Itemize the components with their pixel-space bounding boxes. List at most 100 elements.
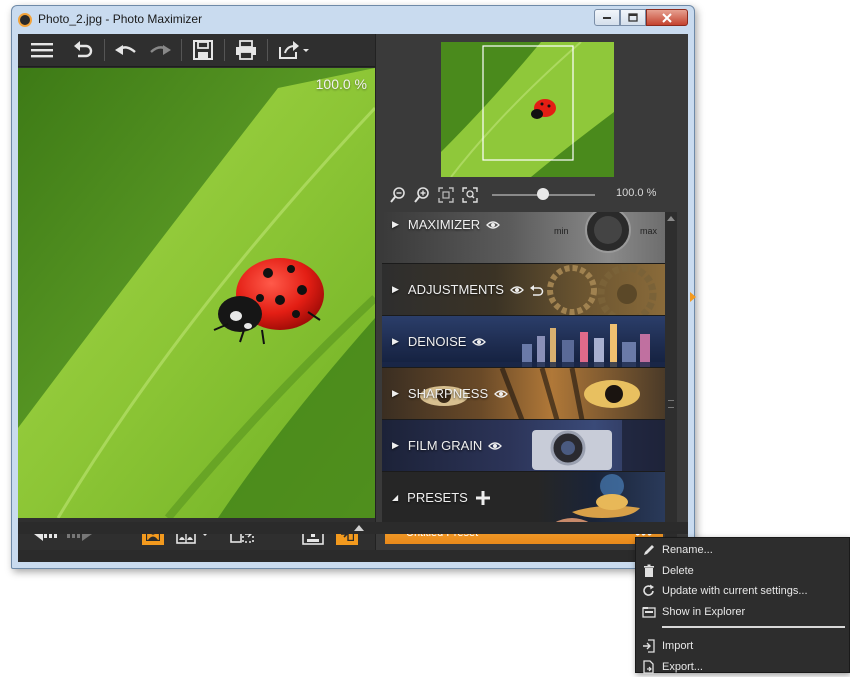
- app-logo-icon: [18, 13, 32, 27]
- section-header: ▶ FILM GRAIN: [392, 438, 502, 453]
- section-header: ▶ SHARPNESS: [392, 386, 508, 401]
- add-preset-icon[interactable]: [476, 491, 490, 505]
- minimize-icon: [602, 16, 612, 20]
- scroll-grip-icon[interactable]: [668, 400, 674, 408]
- refresh-icon: [642, 584, 656, 598]
- menu-item-rename[interactable]: Rename...: [636, 540, 849, 561]
- window-title: Photo_2.jpg - Photo Maximizer: [38, 12, 202, 26]
- toolbar-divider: [181, 39, 182, 61]
- section-title: ADJUSTMENTS: [408, 282, 504, 297]
- menu-separator: [662, 626, 845, 628]
- redo-button[interactable]: [143, 34, 177, 67]
- scroll-up-icon[interactable]: [667, 216, 675, 221]
- undo-button[interactable]: [109, 34, 143, 67]
- section-title: PRESETS: [407, 490, 468, 505]
- save-button[interactable]: [186, 34, 220, 67]
- section-maximizer[interactable]: min max ▶ MAXIMIZER: [382, 212, 665, 264]
- navigator-preview[interactable]: [441, 42, 614, 177]
- section-sharpness[interactable]: ▶ SHARPNESS: [382, 368, 665, 420]
- section-adjustments[interactable]: ▶ ADJUSTMENTS: [382, 264, 665, 316]
- section-header: ◢ PRESETS: [392, 490, 490, 505]
- menu-item-update[interactable]: Update with current settings...: [636, 581, 849, 602]
- reset-section-icon[interactable]: [530, 284, 544, 296]
- menu-item-label: Rename...: [662, 544, 713, 556]
- trash-icon: [642, 564, 656, 578]
- toolbar-divider: [104, 39, 105, 61]
- visibility-eye-icon[interactable]: [510, 285, 524, 295]
- adjustment-sections: min max ▶ MAXIMIZER: [382, 212, 665, 524]
- toolbar-divider: [224, 39, 225, 61]
- maximize-button[interactable]: [620, 9, 646, 26]
- zoom-out-icon[interactable]: [390, 187, 406, 203]
- section-title: MAXIMIZER: [408, 217, 480, 232]
- menu-button[interactable]: [18, 34, 66, 67]
- maximize-icon: [628, 13, 638, 22]
- ladybug-photo: [18, 68, 375, 518]
- section-title: SHARPNESS: [408, 386, 488, 401]
- minimize-button[interactable]: [594, 9, 620, 26]
- toolbar-divider: [267, 39, 268, 61]
- sections-scrollbar[interactable]: [665, 212, 677, 542]
- menu-item-label: Delete: [662, 565, 694, 577]
- menu-item-delete[interactable]: Delete: [636, 561, 849, 582]
- window-controls: [594, 9, 688, 26]
- menu-item-label: Update with current settings...: [662, 585, 808, 597]
- menu-item-label: Import: [662, 640, 693, 652]
- preset-context-menu: Rename... Delete Update with current set…: [635, 537, 850, 673]
- knob-max-label: max: [640, 226, 657, 236]
- knob-min-label: min: [554, 226, 569, 236]
- expand-arrow-icon: ▶: [392, 440, 399, 451]
- expand-bottom-panel-icon[interactable]: [354, 525, 364, 531]
- visibility-eye-icon[interactable]: [494, 389, 508, 399]
- expand-arrow-icon: ▶: [392, 388, 399, 399]
- canvas-zoom-label: 100.0 %: [316, 76, 367, 92]
- section-film-grain[interactable]: ▶ FILM GRAIN: [382, 420, 665, 472]
- redo-icon: [149, 42, 171, 58]
- share-button[interactable]: [272, 34, 316, 67]
- settings-panel: 100.0 % min max ▶ MAXIMIZER: [375, 34, 688, 550]
- visibility-eye-icon[interactable]: [472, 337, 486, 347]
- import-icon: [642, 639, 656, 653]
- photo-canvas[interactable]: 100.0 %: [18, 68, 375, 518]
- visibility-eye-icon[interactable]: [486, 220, 500, 230]
- expand-arrow-icon: ▶: [392, 336, 399, 347]
- section-denoise[interactable]: ▶ DENOISE: [382, 316, 665, 368]
- collapse-arrow-icon: ◢: [392, 493, 398, 502]
- save-icon: [193, 40, 213, 60]
- reset-button[interactable]: [66, 34, 100, 67]
- section-title: FILM GRAIN: [408, 438, 482, 453]
- pencil-icon: [642, 543, 656, 557]
- section-header: ▶ ADJUSTMENTS: [392, 282, 544, 297]
- menu-item-export[interactable]: Export...: [636, 657, 849, 677]
- visibility-eye-icon[interactable]: [488, 441, 502, 451]
- panel-collapse-handle-icon[interactable]: [690, 292, 696, 302]
- reset-icon: [73, 41, 93, 59]
- close-icon: [662, 13, 672, 23]
- section-title: DENOISE: [408, 334, 467, 349]
- fit-to-screen-icon[interactable]: [438, 187, 454, 203]
- app-client-area: 100.0 %: [18, 34, 688, 562]
- app-window: Photo_2.jpg - Photo Maximizer: [11, 5, 695, 569]
- menu-icon: [31, 42, 53, 58]
- print-icon: [235, 40, 257, 60]
- section-header: ▶ DENOISE: [392, 334, 486, 349]
- actual-size-icon[interactable]: [462, 187, 478, 203]
- expand-arrow-icon: ▶: [392, 219, 399, 230]
- navigator-thumbnail: [441, 42, 614, 177]
- navigator-zoom-percent: 100.0 %: [616, 187, 656, 199]
- main-toolbar: [18, 34, 375, 67]
- export-file-icon: [642, 660, 656, 674]
- section-presets[interactable]: ◢ PRESETS: [382, 472, 665, 524]
- zoom-slider-thumb[interactable]: [537, 188, 549, 200]
- zoom-in-icon[interactable]: [414, 187, 430, 203]
- section-header: ▶ MAXIMIZER: [392, 217, 500, 232]
- close-button[interactable]: [646, 9, 688, 26]
- print-button[interactable]: [229, 34, 263, 67]
- menu-item-label: Show in Explorer: [662, 606, 745, 618]
- menu-item-import[interactable]: Import: [636, 636, 849, 657]
- bottom-panel-strip: [18, 522, 688, 534]
- title-bar[interactable]: Photo_2.jpg - Photo Maximizer: [12, 6, 694, 34]
- folder-icon: [642, 605, 656, 619]
- menu-item-show-in-explorer[interactable]: Show in Explorer: [636, 602, 849, 623]
- expand-arrow-icon: ▶: [392, 284, 399, 295]
